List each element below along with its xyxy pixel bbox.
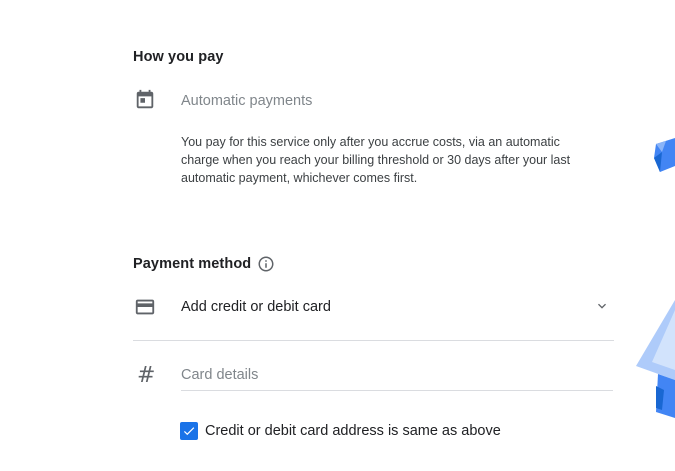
credit-card-icon <box>134 296 156 318</box>
same-address-checkbox-row[interactable]: Credit or debit card address is same as … <box>180 422 501 440</box>
hash-icon: # <box>137 363 156 388</box>
card-select-label: Add credit or debit card <box>181 299 331 315</box>
payment-type-description: You pay for this service only after you … <box>181 135 571 185</box>
calendar-icon <box>134 89 156 111</box>
card-details-input[interactable] <box>181 360 613 391</box>
same-address-checkbox[interactable] <box>180 422 198 440</box>
payment-method-heading-text: Payment method <box>133 256 252 272</box>
payment-method-heading: Payment method <box>133 255 275 273</box>
chevron-down-icon[interactable] <box>594 298 610 314</box>
checkmark-icon <box>183 427 195 436</box>
decorative-shape-illustration <box>636 300 675 418</box>
how-you-pay-heading: How you pay <box>133 49 224 65</box>
card-select-dropdown[interactable]: Add credit or debit card <box>133 286 614 341</box>
decorative-cube-illustration <box>654 138 675 172</box>
info-icon[interactable] <box>257 255 275 273</box>
payment-type-label: Automatic payments <box>181 93 313 109</box>
same-address-label: Credit or debit card address is same as … <box>205 423 501 439</box>
